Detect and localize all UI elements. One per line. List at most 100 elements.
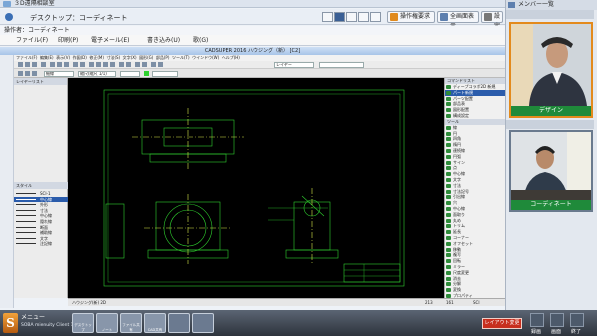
cad-layer-combo[interactable]: レイヤー bbox=[274, 62, 314, 68]
cad-menu-text[interactable]: 文字(X) bbox=[123, 55, 137, 60]
member-video-design[interactable]: デザイン bbox=[509, 22, 593, 118]
cad-menu-file[interactable]: ファイル(F) bbox=[16, 55, 37, 60]
color-swatch-icon[interactable] bbox=[144, 71, 149, 76]
command-panel: コマンドリスト ディープコラボ2D 新規 パート新規 パーツ配置 部品表 図形配置 構成設… bbox=[444, 78, 505, 298]
hatch-icon[interactable] bbox=[158, 62, 163, 67]
tool-icon bbox=[446, 282, 451, 287]
line-type-combo[interactable]: 細線 bbox=[44, 71, 74, 77]
zoom-in-icon[interactable] bbox=[89, 62, 94, 67]
layer-icon[interactable] bbox=[135, 62, 140, 67]
pan-icon[interactable] bbox=[103, 62, 108, 67]
color-combo[interactable] bbox=[152, 71, 178, 77]
taskbar-app-note[interactable]: ノート bbox=[96, 313, 118, 333]
cad-menu-tool[interactable]: ツール(T) bbox=[172, 55, 190, 60]
exit-icon[interactable] bbox=[570, 313, 584, 327]
cad-menu-part[interactable]: 部品(P) bbox=[156, 55, 170, 60]
tool-icon bbox=[446, 131, 451, 136]
tool-icon bbox=[446, 201, 451, 206]
start-logo-icon[interactable]: S bbox=[3, 313, 18, 333]
cut-icon[interactable] bbox=[50, 62, 55, 67]
settings-button[interactable]: 設定 bbox=[481, 11, 503, 30]
tool-label: 連続線 bbox=[453, 147, 465, 153]
hand-icon bbox=[390, 13, 398, 21]
cad-menu-shape[interactable]: 図形(G) bbox=[139, 55, 153, 60]
capture-icon[interactable] bbox=[550, 313, 564, 327]
fullscreen-button[interactable]: 全画面表示 bbox=[437, 11, 479, 30]
taskbar-app-desktop[interactable]: デスクトップ bbox=[72, 313, 94, 333]
layer-name: 文字 bbox=[40, 235, 48, 241]
cad-menu-dimension[interactable]: 寸法(S) bbox=[106, 55, 120, 60]
layer-panel: レイヤーリスト スタイル SCI-1 中心線 外形 寸法 中心線 隠れ線 断面 補助線 文字 注記… bbox=[14, 78, 68, 298]
layout-grid-button[interactable] bbox=[346, 12, 357, 22]
tool-icon bbox=[446, 264, 451, 269]
member-panel-header: メンバー一覧 bbox=[506, 0, 597, 10]
taskbar-app-6[interactable] bbox=[192, 313, 214, 333]
menu-file[interactable]: ファイル(F) bbox=[16, 35, 48, 46]
copy-icon[interactable] bbox=[57, 62, 62, 67]
measure-icon[interactable] bbox=[151, 62, 156, 67]
desktop-title: デスクトップ：コーディネート bbox=[30, 14, 128, 22]
undo-icon[interactable] bbox=[73, 62, 78, 67]
print-icon[interactable] bbox=[41, 62, 46, 67]
tool-item[interactable]: 構成設定 bbox=[445, 113, 505, 119]
tool-label: ミラー bbox=[453, 263, 465, 269]
operate-request-button[interactable]: 操作権要求 bbox=[387, 11, 435, 23]
menu-song[interactable]: 歌(G) bbox=[193, 35, 208, 46]
member-controls-1[interactable] bbox=[506, 10, 594, 19]
layer-panel-title: レイヤーリスト bbox=[14, 78, 67, 85]
snap-icon[interactable] bbox=[126, 62, 131, 67]
cad-menu-view[interactable]: 表示(V) bbox=[56, 55, 70, 60]
line-icon[interactable] bbox=[25, 71, 30, 76]
cad-status-bar: ハウジング(新) 2D 213 161 SCI bbox=[68, 298, 505, 306]
tool-label: 分解 bbox=[453, 281, 461, 287]
layout-wide-button[interactable] bbox=[358, 12, 369, 22]
line-width-combo[interactable] bbox=[120, 71, 140, 77]
tool-icon bbox=[446, 195, 451, 200]
save-icon[interactable] bbox=[32, 62, 37, 67]
cad-menu-window[interactable]: ウインドウ(W) bbox=[192, 55, 219, 60]
layout-single-button[interactable] bbox=[322, 12, 333, 22]
member-controls-2[interactable] bbox=[506, 120, 594, 129]
open-file-icon[interactable] bbox=[25, 62, 30, 67]
member-panel-title: メンバー一覧 bbox=[518, 1, 555, 8]
circle-icon[interactable] bbox=[32, 71, 37, 76]
layout-alt-button[interactable] bbox=[370, 12, 381, 22]
grid-icon[interactable] bbox=[119, 62, 124, 67]
layer-item[interactable]: 注記線 bbox=[14, 241, 68, 247]
select-icon[interactable] bbox=[18, 71, 23, 76]
menu-write[interactable]: 書き込み(U) bbox=[147, 35, 180, 46]
scale-combo[interactable]: 縮尺(縮尺 1/1) bbox=[78, 71, 116, 77]
cad-menu-draw[interactable]: 作図(D) bbox=[73, 55, 87, 60]
cad-menu-modify[interactable]: 修正(M) bbox=[89, 55, 104, 60]
cad-drawing-canvas[interactable] bbox=[68, 78, 444, 298]
layer-name: 外形 bbox=[40, 202, 48, 208]
tool-label: 移動 bbox=[453, 246, 461, 252]
paste-icon[interactable] bbox=[64, 62, 69, 67]
redraw-icon[interactable] bbox=[110, 62, 115, 67]
tool-icon bbox=[446, 148, 451, 153]
cad-menu-help[interactable]: ヘルプ(H) bbox=[222, 55, 240, 60]
menu-email[interactable]: 電子メール(E) bbox=[91, 35, 129, 46]
redo-icon[interactable] bbox=[80, 62, 85, 67]
status-y: 161 bbox=[446, 300, 454, 305]
app-title: ３D遠隔相談室 bbox=[14, 0, 55, 7]
taskbar-app-5[interactable] bbox=[168, 313, 190, 333]
zoom-out-icon[interactable] bbox=[96, 62, 101, 67]
tool-icon bbox=[446, 218, 451, 223]
line-style-icon bbox=[16, 198, 36, 200]
side-dimension-box bbox=[105, 203, 125, 259]
line-style-icon bbox=[16, 215, 36, 217]
taskbar-app-fileshare[interactable]: ファイル共有 bbox=[120, 313, 142, 333]
property-icon[interactable] bbox=[142, 62, 147, 67]
cad-view-combo[interactable] bbox=[319, 62, 364, 68]
new-file-icon[interactable] bbox=[18, 62, 23, 67]
layout-split-button[interactable] bbox=[334, 12, 345, 22]
taskbar-app-cad[interactable]: CAD共有 bbox=[144, 313, 166, 333]
side-view-diagonal bbox=[301, 195, 325, 217]
left-tool-strip bbox=[0, 55, 14, 308]
menu-print[interactable]: 印刷(P) bbox=[58, 35, 78, 46]
record-icon[interactable] bbox=[530, 313, 544, 327]
cad-menu-edit[interactable]: 編集(E) bbox=[40, 55, 54, 60]
layout-change-button[interactable]: レイアウト変更 bbox=[482, 318, 522, 329]
member-video-coordinate[interactable]: コーディネート bbox=[509, 130, 593, 212]
